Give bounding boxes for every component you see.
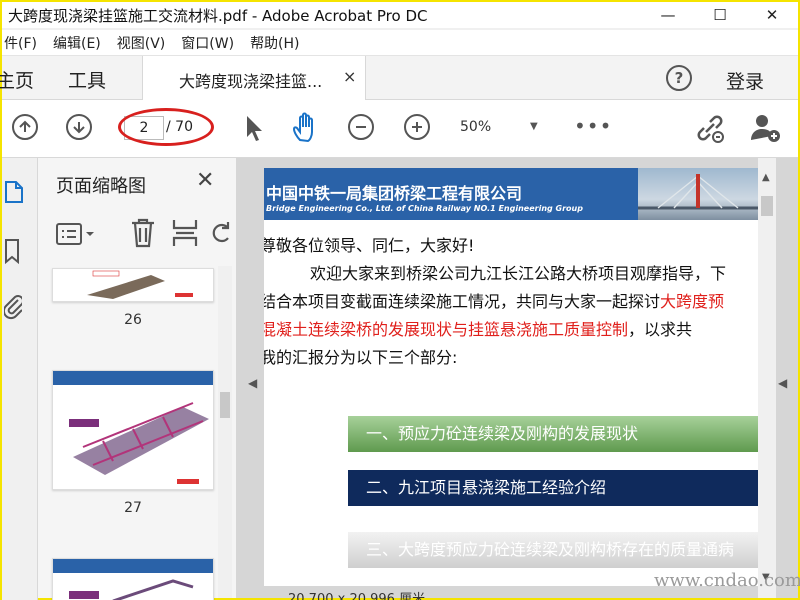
extract-page-icon[interactable]: [172, 218, 198, 252]
left-rail: [2, 158, 38, 600]
page-banner: 中国中铁一局集团桥梁工程有限公司 Bridge Engineering Co.,…: [264, 168, 758, 220]
document-scroll-thumb[interactable]: [761, 196, 773, 216]
collapse-left-icon[interactable]: ◀: [248, 376, 257, 390]
paragraph-line-2-highlight: 大跨度预: [660, 292, 725, 311]
paragraph-line-4: 我的汇报分为以下三个部分:: [264, 348, 458, 367]
close-window-button[interactable]: ✕: [746, 2, 798, 28]
menu-help[interactable]: 帮助(H): [250, 33, 299, 53]
thumbnail-26-graphic: [87, 270, 193, 299]
menu-edit[interactable]: 编辑(E): [53, 33, 101, 53]
document-viewer: ◀ 中国中铁一局集团桥梁工程有限公司 Bridge Engineering Co…: [236, 158, 798, 600]
paragraph-line-3: 混凝土连续梁桥的发展现状与挂篮悬浇施工质量控制，以求共: [264, 320, 692, 340]
menu-file[interactable]: 件(F): [4, 33, 37, 53]
hand-tool-icon[interactable]: [292, 112, 322, 148]
thumbnails-scrollbar[interactable]: [218, 266, 232, 598]
next-page-icon[interactable]: [66, 114, 92, 140]
share-link-icon[interactable]: [694, 112, 726, 148]
document-scrollbar[interactable]: ▲ ▼: [758, 158, 776, 598]
tab-home[interactable]: 主页: [0, 66, 34, 93]
paragraph-line-2: 结合本项目变截面连续梁施工情况，共同与大家一起探讨大跨度预: [264, 292, 724, 312]
add-person-icon[interactable]: [750, 112, 782, 148]
page-thumbnail-26[interactable]: [52, 268, 214, 302]
page-size-label: 20.700 x 20.996 厘米: [288, 592, 426, 600]
document-page: 中国中铁一局集团桥梁工程有限公司 Bridge Engineering Co.,…: [264, 168, 758, 586]
thumbnail-27-number: 27: [124, 500, 142, 516]
zoom-out-icon[interactable]: [348, 114, 374, 140]
window-title: 大跨度现浇梁挂篮施工交流材料.pdf - Adobe Acrobat Pro D…: [8, 6, 428, 25]
tab-tools[interactable]: 工具: [68, 66, 106, 93]
paragraph-line-3-text: ，以求共: [628, 320, 693, 339]
paragraph-line-2-text: 结合本项目变截面连续梁施工情况，共同与大家一起探讨: [264, 292, 661, 311]
thumbnail-28-graphic: [69, 579, 194, 600]
zoom-dropdown-icon[interactable]: ▼: [530, 121, 538, 132]
greeting-line: 尊敬各位领导、同仁，大家好!: [264, 236, 475, 255]
login-button[interactable]: 登录: [726, 67, 764, 94]
maximize-button[interactable]: ☐: [694, 2, 746, 28]
thumbnail-26-number: 26: [124, 312, 142, 328]
attachments-icon[interactable]: [2, 292, 24, 324]
section-3-bar: 三、大跨度预应力砼连续梁及刚构桥存在的质量通病: [348, 532, 758, 568]
thumbnail-27-header: [53, 371, 213, 385]
delete-page-icon[interactable]: [130, 218, 156, 252]
zoom-in-icon[interactable]: [404, 114, 430, 140]
banner-company-name: 中国中铁一局集团桥梁工程有限公司: [266, 184, 523, 203]
title-bar: 大跨度现浇梁挂篮施工交流材料.pdf - Adobe Acrobat Pro D…: [2, 2, 798, 28]
toolbar: 2 / 70 50% ▼ •••: [2, 100, 798, 158]
tab-document[interactable]: 大跨度现浇梁挂篮... ×: [142, 56, 366, 100]
zoom-level[interactable]: 50%: [460, 119, 491, 135]
tab-document-label: 大跨度现浇梁挂篮...: [179, 72, 323, 91]
bookmarks-icon[interactable]: [4, 238, 20, 268]
page-thumbnail-28[interactable]: [52, 558, 214, 600]
thumbnail-27-graphic: [69, 402, 209, 484]
bridge-photo: [638, 168, 758, 220]
menu-bar: 件(F) 编辑(E) 视图(V) 窗口(W) 帮助(H): [2, 30, 798, 56]
page-thumbnail-27[interactable]: [52, 370, 214, 490]
thumbnails-close-icon[interactable]: ✕: [196, 168, 214, 193]
paragraph-line-3-highlight: 混凝土连续梁桥的发展现状与挂篮悬浇施工质量控制: [264, 320, 629, 339]
page-thumbnails-icon[interactable]: [4, 180, 24, 208]
rotate-page-icon[interactable]: [212, 218, 230, 252]
menu-view[interactable]: 视图(V): [117, 33, 166, 53]
menu-window[interactable]: 窗口(W): [181, 33, 234, 53]
minimize-button[interactable]: —: [642, 2, 694, 28]
previous-page-icon[interactable]: [12, 114, 38, 140]
paragraph-line-1: 欢迎大家来到桥梁公司九江长江公路大桥项目观摩指导，下: [310, 264, 727, 283]
thumbnail-28-header: [53, 559, 213, 573]
section-1-bar: 一、预应力砼连续梁及刚构的发展现状: [348, 416, 758, 452]
thumbnails-panel: 页面缩略图 ✕ 26 27: [38, 158, 236, 600]
red-annotation-circle: [118, 108, 214, 146]
tab-close-icon[interactable]: ×: [343, 67, 356, 86]
collapse-right-icon[interactable]: ◀: [778, 376, 787, 390]
thumbnails-scroll-thumb[interactable]: [220, 392, 230, 418]
thumbnails-toolbar: [52, 216, 236, 252]
scroll-up-icon[interactable]: ▲: [762, 172, 770, 183]
help-icon[interactable]: ?: [666, 65, 692, 91]
thumbnails-panel-title: 页面缩略图: [56, 176, 146, 197]
more-tools-icon[interactable]: •••: [574, 114, 612, 138]
banner-company-name-en: Bridge Engineering Co., Ltd. of China Ra…: [266, 204, 583, 213]
thumbnail-options-icon[interactable]: [56, 222, 96, 250]
site-watermark: www.cndao.com: [654, 570, 800, 591]
section-2-bar: 二、九江项目悬浇梁施工经验介绍: [348, 470, 758, 506]
tab-bar: 主页 工具 大跨度现浇梁挂篮... × ? 登录: [0, 56, 798, 100]
select-cursor-icon[interactable]: [244, 114, 264, 146]
